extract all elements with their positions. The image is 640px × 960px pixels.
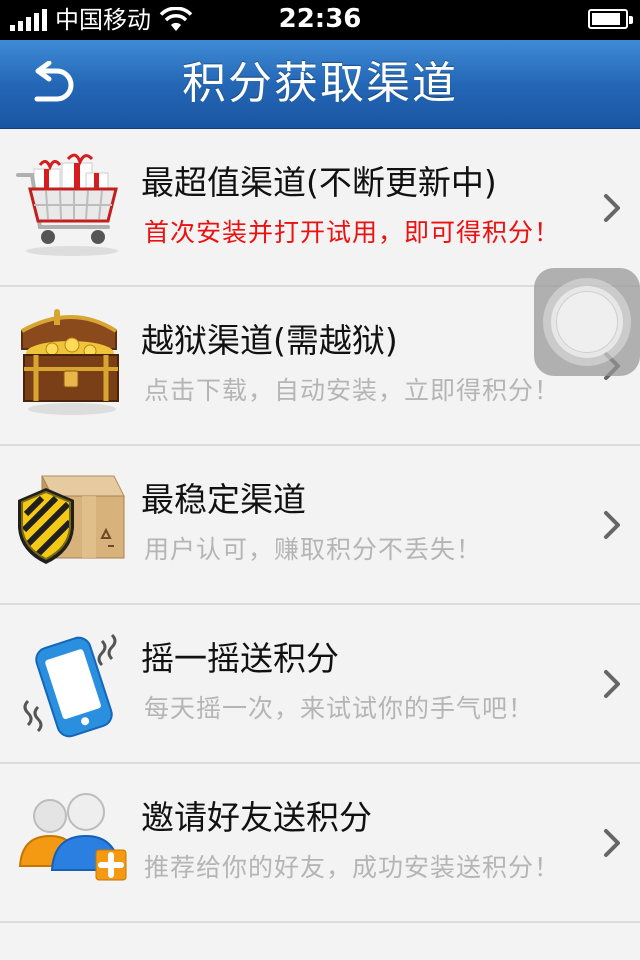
- chevron-right-icon: [604, 194, 620, 222]
- item-title: 邀请好友送积分: [141, 798, 372, 837]
- list-item-shake[interactable]: 摇一摇送积分 每天摇一次，来试试你的手气吧！: [0, 605, 640, 764]
- item-title: 摇一摇送积分: [141, 639, 339, 678]
- status-bar: 中国移动 22:36: [0, 0, 640, 40]
- item-subtitle: 用户认可，赚取积分不丢失！: [144, 535, 483, 564]
- list-item-invite[interactable]: 邀请好友送积分 推荐给你的好友，成功安装送积分！: [0, 764, 640, 923]
- chevron-right-icon: [604, 829, 620, 857]
- item-subtitle: 点击下载，自动安装，立即得积分！: [144, 376, 561, 405]
- page-title: 积分获取渠道: [182, 58, 458, 109]
- item-title: 越狱渠道(需越狱): [141, 321, 398, 360]
- list-item-stable[interactable]: 最稳定渠道 用户认可，赚取积分不丢失！: [0, 446, 640, 605]
- channel-list: 最超值渠道(不断更新中) 首次安装并打开试用，即可得积分！ 越狱渠道(需越狱) …: [0, 129, 640, 923]
- chevron-right-icon: [604, 511, 620, 539]
- shield-box-icon: [18, 475, 125, 564]
- shaking-phone-icon: [23, 633, 117, 738]
- list-item-best-value[interactable]: 最超值渠道(不断更新中) 首次安装并打开试用，即可得积分！: [0, 129, 640, 287]
- navigation-bar: 积分获取渠道: [0, 40, 640, 129]
- treasure-chest-icon: [21, 309, 119, 415]
- item-subtitle: 首次安装并打开试用，即可得积分！: [144, 218, 561, 247]
- assistive-touch-ring-inner: [556, 291, 618, 353]
- battery-icon: [588, 9, 633, 29]
- item-title: 最稳定渠道: [141, 480, 306, 519]
- item-subtitle: 推荐给你的好友，成功安装送积分！: [144, 853, 561, 882]
- shopping-cart-gifts-icon: [16, 153, 118, 256]
- assistive-touch-button[interactable]: [534, 268, 640, 376]
- status-time: 22:36: [278, 4, 362, 34]
- item-subtitle: 每天摇一次，来试试你的手气吧！: [144, 694, 535, 723]
- add-friends-icon: [18, 793, 127, 881]
- chevron-right-icon: [604, 670, 620, 698]
- item-title: 最超值渠道(不断更新中): [141, 163, 497, 202]
